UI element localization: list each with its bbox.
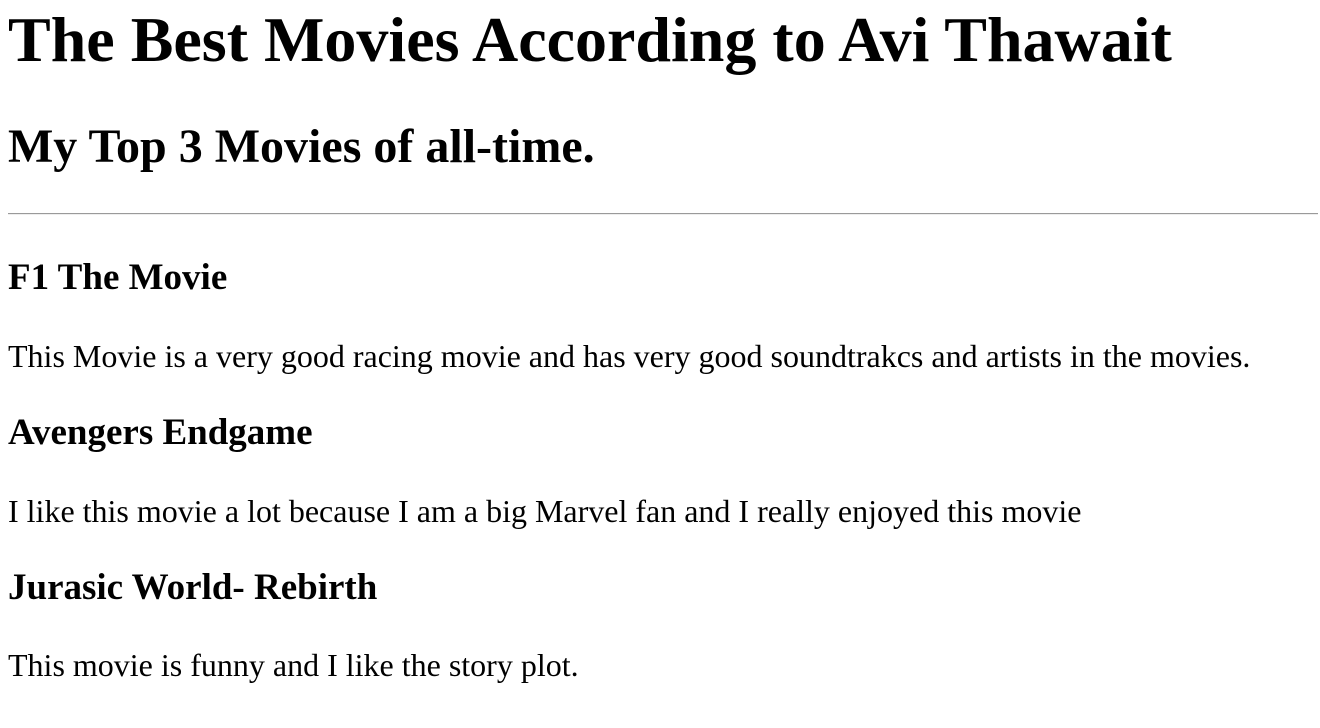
divider xyxy=(8,213,1318,215)
movie-title: Jurasic World- Rebirth xyxy=(8,567,378,608)
page-subtitle: My Top 3 Movies of all-time. xyxy=(8,120,595,173)
movie-description: This movie is funny and I like the story… xyxy=(8,647,579,683)
movie-description: I like this movie a lot because I am a b… xyxy=(8,493,1082,529)
movie-title: F1 The Movie xyxy=(8,257,228,298)
movie-title: Avengers Endgame xyxy=(8,412,313,453)
page: The Best Movies According to Avi Thawait… xyxy=(0,0,1320,728)
movie-description: This Movie is a very good racing movie a… xyxy=(8,338,1251,374)
page-title: The Best Movies According to Avi Thawait xyxy=(8,4,1172,75)
